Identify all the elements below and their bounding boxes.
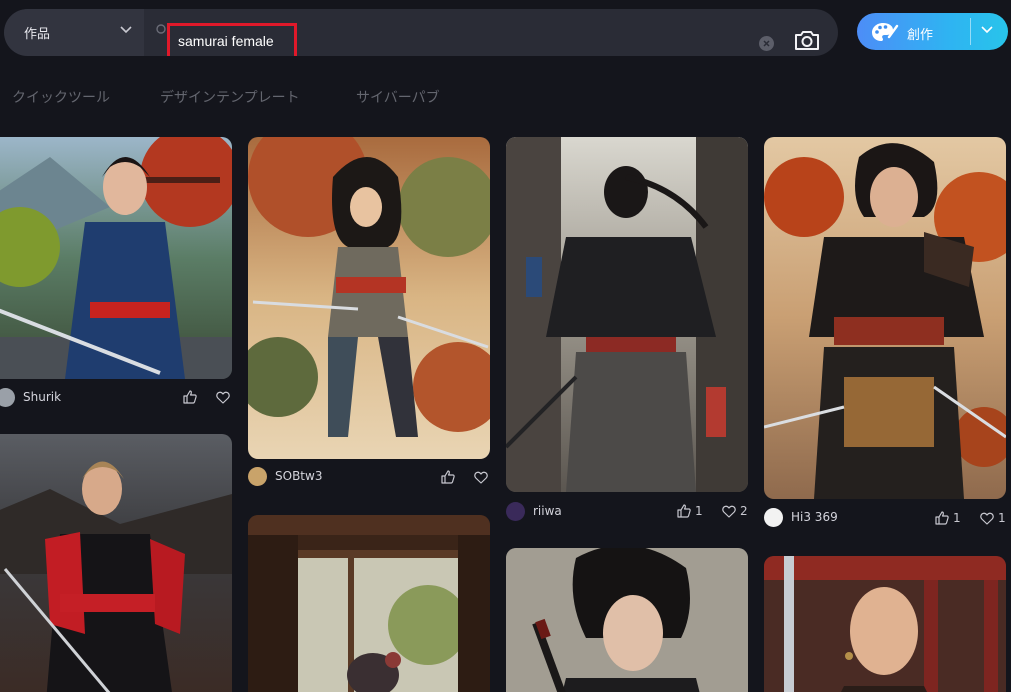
- favorite-button[interactable]: [474, 467, 488, 487]
- card-author[interactable]: Hi3 369: [764, 507, 838, 527]
- chevron-down-icon[interactable]: [981, 26, 993, 34]
- author-name: SOBtw3: [275, 469, 323, 483]
- page: 作品 samurai female 創作 クイックツール デザインテンプレート …: [0, 0, 1011, 692]
- card-author[interactable]: Shurik: [0, 387, 61, 407]
- author-name: Shurik: [23, 390, 62, 404]
- card-author[interactable]: SOBtw3: [248, 466, 322, 486]
- create-button[interactable]: 創作: [857, 13, 1008, 50]
- category-label: 作品: [24, 27, 51, 42]
- favorite-count: 2: [740, 504, 748, 518]
- artwork-card-image[interactable]: [248, 137, 490, 459]
- author-name: riiwa: [533, 504, 562, 518]
- thumbs-up-icon: [441, 470, 455, 484]
- card-author[interactable]: riiwa: [506, 501, 562, 521]
- author-name: Hi3 369: [791, 510, 838, 524]
- tool-link-quick-tools[interactable]: クイックツール: [12, 87, 110, 107]
- favorite-button[interactable]: [216, 387, 230, 407]
- artwork-card-image[interactable]: [506, 548, 748, 692]
- search-bar: 作品 samurai female: [4, 9, 838, 56]
- like-button[interactable]: [441, 467, 455, 487]
- create-button-label: 創作: [907, 28, 934, 43]
- favorite-count: 1: [998, 511, 1006, 525]
- category-select[interactable]: 作品: [4, 9, 144, 56]
- artwork-card-image[interactable]: [0, 434, 232, 692]
- avatar: [248, 466, 267, 486]
- thumbs-up-icon: [183, 390, 197, 404]
- artwork-card-image[interactable]: [506, 137, 748, 492]
- heart-icon: [474, 471, 488, 484]
- create-button-divider: [970, 18, 971, 45]
- avatar: [506, 501, 525, 521]
- favorite-button[interactable]: 2: [722, 501, 748, 521]
- artwork-card-image[interactable]: [248, 515, 490, 692]
- thumbs-up-icon: [677, 504, 691, 518]
- search-input[interactable]: samurai female: [178, 33, 274, 49]
- like-count: 1: [953, 511, 961, 525]
- artwork-card-image[interactable]: [764, 137, 1006, 499]
- avatar: [0, 387, 15, 407]
- artwork-card-image[interactable]: [764, 556, 1006, 692]
- tool-link-cyber-pub[interactable]: サイバーパブ: [356, 87, 440, 107]
- like-count: 1: [695, 504, 703, 518]
- close-icon: [763, 40, 770, 47]
- palette-icon: [872, 23, 899, 41]
- heart-icon: [216, 391, 230, 404]
- like-button[interactable]: 1: [935, 508, 961, 528]
- favorite-button[interactable]: 1: [980, 508, 1006, 528]
- thumbs-up-icon: [935, 511, 949, 525]
- heart-icon: [722, 505, 736, 518]
- heart-icon: [980, 512, 994, 525]
- like-button[interactable]: [183, 387, 197, 407]
- like-button[interactable]: 1: [677, 501, 703, 521]
- artwork-card-image[interactable]: [0, 137, 232, 379]
- camera-icon[interactable]: [794, 29, 820, 51]
- clear-search-button[interactable]: [759, 36, 774, 51]
- tool-link-design-templates[interactable]: デザインテンプレート: [160, 87, 300, 107]
- avatar: [764, 507, 783, 527]
- chevron-down-icon: [120, 26, 132, 34]
